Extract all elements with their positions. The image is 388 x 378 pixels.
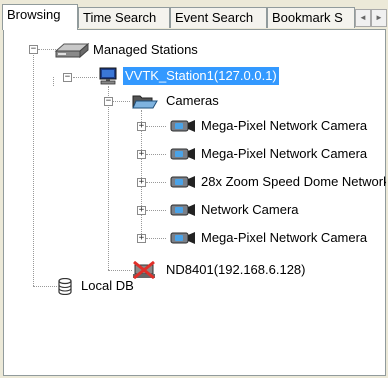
node-label: Managed Stations: [93, 42, 198, 57]
server-icon: [54, 42, 90, 59]
node-label: Local DB: [81, 278, 134, 293]
tab-event-search[interactable]: Event Search: [170, 7, 267, 28]
node-label: Mega-Pixel Network Camera: [201, 230, 368, 245]
tree-node-camera[interactable]: Mega-Pixel Network Camera: [12, 145, 386, 163]
node-label: Cameras: [166, 93, 219, 108]
computer-icon: [99, 67, 117, 85]
station-tree[interactable]: − Managed Stations − VVTK_Station1(127.0…: [12, 32, 386, 372]
tab-label: Browsing: [7, 7, 61, 22]
node-label: 28x Zoom Speed Dome Network Camera: [201, 174, 386, 189]
tree-node-camera[interactable]: 28x Zoom Speed Dome Network Camera: [12, 173, 386, 191]
tree-node-vvtk-station[interactable]: VVTK_Station1(127.0.0.1): [12, 67, 372, 85]
camera-icon: [170, 120, 195, 132]
tree-node-local-db[interactable]: Local DB: [12, 277, 312, 295]
camera-icon: [170, 148, 195, 160]
tab-scroll-left-button[interactable]: ◄: [355, 9, 371, 27]
tree-node-camera[interactable]: Mega-Pixel Network Camera: [12, 229, 386, 247]
node-label: Mega-Pixel Network Camera: [201, 118, 368, 133]
node-label: Mega-Pixel Network Camera: [201, 146, 368, 161]
open-folder-icon: [132, 95, 158, 109]
tab-time-search[interactable]: Time Search: [78, 7, 170, 28]
tab-browsing[interactable]: Browsing: [2, 4, 78, 30]
tab-label: Time Search: [83, 10, 157, 25]
tree-node-camera[interactable]: Mega-Pixel Network Camera: [12, 117, 386, 135]
tree-node-managed-stations[interactable]: Managed Stations: [12, 41, 312, 59]
tab-scroll-right-button[interactable]: ►: [371, 9, 387, 27]
scroll-right-icon: ►: [375, 13, 383, 22]
camera-icon: [170, 232, 195, 244]
tab-bookmark-search[interactable]: Bookmark S: [267, 7, 355, 28]
tab-label: Event Search: [175, 10, 254, 25]
camera-icon: [170, 176, 195, 188]
tree-node-camera[interactable]: Network Camera: [12, 201, 386, 219]
camera-icon: [170, 204, 195, 216]
tab-label: Bookmark S: [272, 10, 343, 25]
node-label: VVTK_Station1(127.0.0.1): [123, 67, 279, 85]
tree-node-cameras-folder[interactable]: Cameras: [12, 92, 312, 110]
database-icon: [58, 278, 72, 295]
scroll-left-icon: ◄: [359, 13, 367, 22]
node-label: Network Camera: [201, 202, 299, 217]
